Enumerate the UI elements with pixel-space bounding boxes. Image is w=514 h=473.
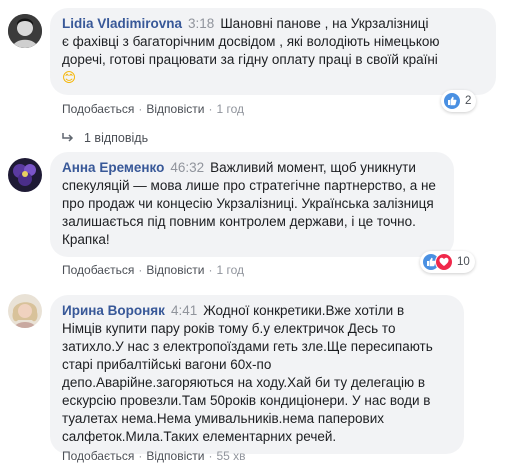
comment-text-line: Важливий момент, щоб уникнути bbox=[210, 160, 416, 175]
avatar-image bbox=[8, 294, 42, 328]
reaction-count: 10 bbox=[457, 256, 470, 268]
separator-dot: · bbox=[208, 449, 213, 463]
comment-text-line: про продаж чи концесію Укрзалізниці. Укр… bbox=[62, 196, 434, 211]
smile-emoji-icon: 😊 bbox=[62, 70, 77, 86]
comment-text-line: залишається під повним контролем держави… bbox=[62, 214, 416, 229]
comment-bubble: Lidia Vladimirovna 3:18 Шановні панове , н… bbox=[50, 8, 496, 95]
reply-arrow-icon bbox=[62, 131, 74, 145]
comment-text-line: ескурсію провезли.Там 50років кондиціоне… bbox=[62, 393, 431, 408]
love-icon bbox=[435, 253, 453, 271]
comment-text-line: Німців купити пару років тому б.у електр… bbox=[62, 321, 396, 336]
reply-button[interactable]: Відповісти bbox=[146, 102, 204, 116]
reply-button[interactable]: Відповісти bbox=[146, 449, 204, 463]
comment-actions: Подобається · Відповісти · 55 хв bbox=[62, 449, 246, 463]
separator-dot: · bbox=[138, 102, 143, 116]
separator-dot: · bbox=[138, 263, 143, 277]
replies-count-label[interactable]: 1 відповідь bbox=[84, 131, 148, 145]
view-replies-link[interactable]: 1 відповідь bbox=[62, 131, 148, 145]
avatar-anna[interactable] bbox=[8, 158, 42, 192]
reactions-badge[interactable]: 10 bbox=[420, 251, 475, 273]
comment-age[interactable]: 1 год bbox=[216, 263, 244, 277]
like-button[interactable]: Подобається bbox=[62, 263, 134, 277]
comment-bubble: Анна Еременко 46:32 Важливий момент, щоб у… bbox=[50, 152, 454, 257]
comment-text-line: салфеток.Мила.Таких елементарних речей. bbox=[62, 429, 337, 444]
avatar-image bbox=[8, 158, 42, 192]
comment-time[interactable]: 46:32 bbox=[170, 160, 204, 175]
comment-text-line: Крапка! bbox=[62, 232, 110, 247]
comment-text-line: є фахівці з багаторічним досвідом , які … bbox=[62, 34, 440, 49]
comment-time[interactable]: 4:41 bbox=[171, 303, 197, 318]
separator-dot: · bbox=[208, 102, 213, 116]
comment-author[interactable]: Ирина Вороняк bbox=[62, 303, 165, 318]
comment-actions: Подобається · Відповісти · 1 год bbox=[62, 102, 244, 116]
comment-author[interactable]: Lidia Vladimirovna bbox=[62, 16, 182, 31]
comment-age[interactable]: 1 год bbox=[216, 102, 244, 116]
comment-age[interactable]: 55 хв bbox=[216, 449, 245, 463]
comment-bubble: Ирина Вороняк 4:41 Жодної конкретики.Вже х… bbox=[50, 295, 464, 454]
comment-text-line: затихло.У нас з електропоїздами геть зле… bbox=[62, 339, 433, 354]
like-icon bbox=[443, 92, 461, 110]
like-button[interactable]: Подобається bbox=[62, 449, 134, 463]
avatar-iryna[interactable] bbox=[8, 294, 42, 328]
like-button[interactable]: Подобається bbox=[62, 102, 134, 116]
reactions-badge[interactable]: 2 bbox=[441, 90, 477, 112]
reply-button[interactable]: Відповісти bbox=[146, 263, 204, 277]
separator-dot: · bbox=[138, 449, 143, 463]
comment-text-line: Жодної конкретики.Вже хотіли в bbox=[203, 303, 405, 318]
avatar-image bbox=[8, 14, 42, 48]
comment-text-line: доречі, готові працювати за гідну оплату… bbox=[62, 52, 438, 67]
comment-time[interactable]: 3:18 bbox=[188, 16, 214, 31]
comment-text-line: туалетах нема.Нема умивальників.нема пап… bbox=[62, 411, 385, 426]
comment-actions: Подобається · Відповісти · 1 год bbox=[62, 263, 244, 277]
comment-text-line: депо.Аварійне.загоряються на ходу.Хай би… bbox=[62, 375, 426, 390]
comment-text-line: спекуляцій — мова лише про стратегічне п… bbox=[62, 178, 436, 193]
reaction-count: 2 bbox=[465, 95, 472, 107]
comment-author[interactable]: Анна Еременко bbox=[62, 160, 164, 175]
separator-dot: · bbox=[208, 263, 213, 277]
comment-text-line: старі прибалтійські вагони 60х-по bbox=[62, 357, 272, 372]
avatar-lidia[interactable] bbox=[8, 14, 42, 48]
comment-text-line: Шановні панове , на Укрзалізниці bbox=[220, 16, 429, 31]
